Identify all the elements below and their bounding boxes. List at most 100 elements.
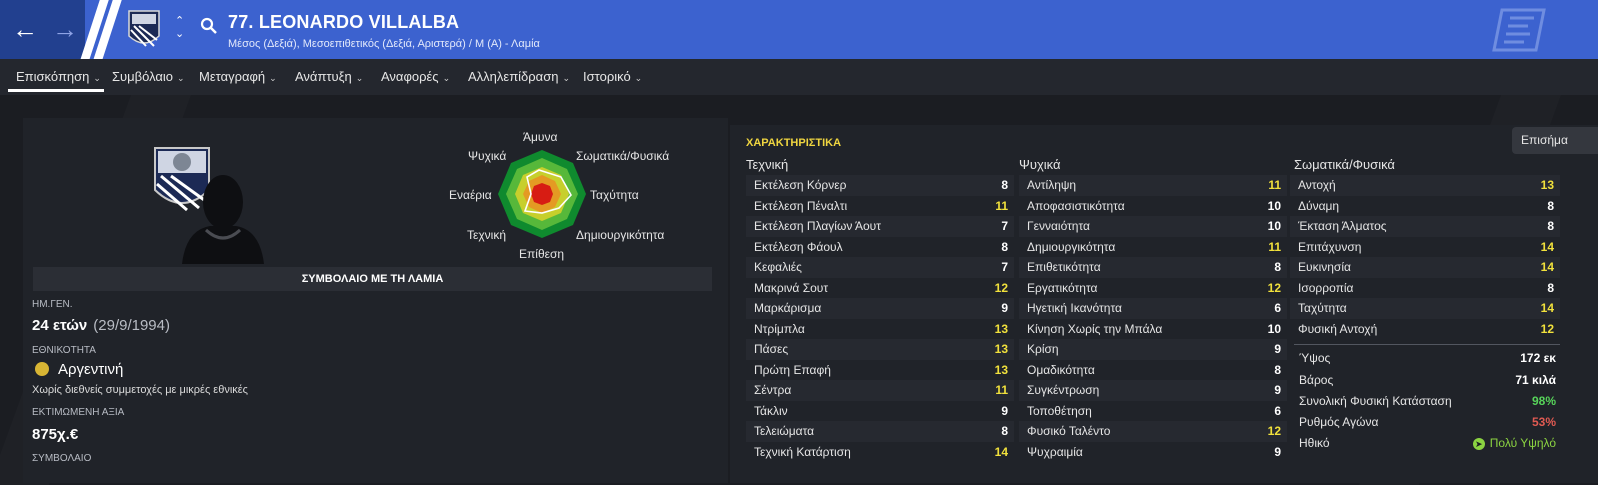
technical-attributes: Εκτέλεση Κόρνερ 8 Εκτέλεση Πέναλτι 11 Εκτέλε… bbox=[746, 175, 1014, 462]
attribute-radar-chart bbox=[498, 150, 586, 238]
attribute-row[interactable]: Γενναιότητα 10 bbox=[1019, 216, 1287, 237]
dob-label: ΗΜ.ΓΕΝ. bbox=[32, 299, 73, 310]
attribute-row[interactable]: Δημιουργικότητα 11 bbox=[1019, 236, 1287, 257]
attribute-value: 13 bbox=[994, 362, 1008, 377]
search-icon[interactable] bbox=[200, 17, 218, 35]
attribute-row[interactable]: Εκτέλεση Κόρνερ 8 bbox=[746, 175, 1014, 196]
attribute-name: Εκτέλεση Πλαγίων Άουτ bbox=[754, 219, 881, 233]
physical-heading: Σωματικά/Φυσικά bbox=[1294, 157, 1395, 172]
attribute-row[interactable]: Επιτάχυνση 14 bbox=[1290, 236, 1560, 257]
attribute-row[interactable]: Συγκέντρωση 9 bbox=[1019, 380, 1287, 401]
attribute-row[interactable]: Πρώτη Επαφή 13 bbox=[746, 359, 1014, 380]
attribute-row[interactable]: Ψυχραιμία 9 bbox=[1019, 441, 1287, 462]
attribute-row[interactable]: Έκταση Άλματος 8 bbox=[1290, 216, 1560, 237]
attribute-row[interactable]: Τοποθέτηση 6 bbox=[1019, 400, 1287, 421]
attribute-value: 8 bbox=[1274, 362, 1281, 377]
attribute-value: 9 bbox=[1274, 444, 1281, 459]
attribute-row[interactable]: Ηγετική Ικανότητα 6 bbox=[1019, 298, 1287, 319]
club-badge-icon bbox=[128, 10, 160, 47]
attribute-name: Φυσική Αντοχή bbox=[1298, 321, 1378, 336]
attribute-value: 12 bbox=[994, 280, 1008, 295]
attribute-value: 8 bbox=[1547, 280, 1554, 295]
contract-label: ΣΥΜΒΟΛΑΙΟ bbox=[32, 453, 92, 464]
player-switch-arrows[interactable]: ⌃ ⌄ bbox=[175, 15, 184, 41]
nationality-value[interactable]: Αργεντινή bbox=[58, 361, 123, 378]
technical-heading: Τεχνική bbox=[746, 157, 789, 172]
attribute-row[interactable]: Ντρίμπλα 13 bbox=[746, 318, 1014, 339]
attribute-name: Συγκέντρωση bbox=[1027, 383, 1100, 397]
attribute-row[interactable]: Ισορροπία 8 bbox=[1290, 277, 1560, 298]
attribute-value: 8 bbox=[1547, 219, 1554, 233]
attribute-row[interactable]: Φυσική Αντοχή 12 bbox=[1290, 318, 1560, 339]
attribute-row[interactable]: Εκτέλεση Πλαγίων Άουτ 7 bbox=[746, 216, 1014, 237]
tab-contract[interactable]: Συμβόλαιο ⌄ bbox=[112, 69, 185, 84]
attribute-name: Φυσικό Ταλέντο bbox=[1027, 424, 1111, 438]
attribute-row[interactable]: Εκτέλεση Φάουλ 8 bbox=[746, 236, 1014, 257]
attribute-name: Μακρινά Σουτ bbox=[754, 280, 829, 295]
attribute-row[interactable]: Αντίληψη 11 bbox=[1019, 175, 1287, 196]
attribute-row[interactable]: Εργατικότητα 12 bbox=[1019, 277, 1287, 298]
attribute-value: 9 bbox=[1001, 301, 1008, 315]
attribute-value: 12 bbox=[1540, 321, 1554, 336]
age-value: 24 ετών (29/9/1994) bbox=[32, 317, 170, 334]
attribute-row[interactable]: Φυσικό Ταλέντο 12 bbox=[1019, 421, 1287, 442]
attribute-row[interactable]: Κρίση 9 bbox=[1019, 339, 1287, 360]
attribute-row[interactable]: Ταχύτητα 14 bbox=[1290, 298, 1560, 319]
attribute-name: Εκτέλεση Φάουλ bbox=[754, 239, 843, 254]
attribute-value: 12 bbox=[1267, 424, 1281, 438]
attribute-name: Ευκινησία bbox=[1298, 260, 1351, 274]
tab-development[interactable]: Ανάπτυξη ⌄ bbox=[295, 69, 363, 84]
attribute-value: 14 bbox=[1540, 260, 1554, 274]
attribute-row[interactable]: Ευκινησία 14 bbox=[1290, 257, 1560, 278]
attribute-row[interactable]: Αντοχή 13 bbox=[1290, 175, 1560, 196]
attribute-row[interactable]: Σέντρα 11 bbox=[746, 380, 1014, 401]
attribute-name: Έκταση Άλματος bbox=[1298, 219, 1387, 233]
attribute-row[interactable]: Εκτέλεση Πέναλτι 11 bbox=[746, 195, 1014, 216]
attribute-row[interactable]: Δύναμη 8 bbox=[1290, 195, 1560, 216]
attribute-value: 6 bbox=[1274, 301, 1281, 315]
attribute-name: Πρώτη Επαφή bbox=[754, 362, 831, 377]
attribute-name: Τελειώματα bbox=[754, 424, 815, 438]
attribute-value: 7 bbox=[1001, 219, 1008, 233]
attribute-name: Αντοχή bbox=[1298, 178, 1336, 192]
attribute-row[interactable]: Κίνηση Χωρίς την Μπάλα 10 bbox=[1019, 318, 1287, 339]
forward-arrow-icon[interactable]: → bbox=[52, 14, 78, 44]
attribute-name: Αποφασιστικότητα bbox=[1027, 198, 1125, 213]
back-arrow-icon[interactable]: ← bbox=[12, 14, 38, 44]
attribute-row[interactable]: Ομαδικότητα 8 bbox=[1019, 359, 1287, 380]
tab-reports[interactable]: Αναφορές ⌄ bbox=[381, 69, 450, 84]
attribute-row[interactable]: Τάκλιν 9 bbox=[746, 400, 1014, 421]
tab-interaction[interactable]: Αλληλεπίδραση ⌄ bbox=[468, 69, 570, 84]
attribute-row[interactable]: Πάσες 13 bbox=[746, 339, 1014, 360]
contract-banner[interactable]: ΣΥΜΒΟΛΑΙΟ ΜΕ ΤΗ ΛΑΜΙΑ bbox=[33, 267, 712, 291]
attribute-value: 11 bbox=[1268, 239, 1281, 254]
attribute-value: 13 bbox=[994, 342, 1008, 356]
tab-overview[interactable]: Επισκόπηση ⌄ bbox=[16, 69, 101, 84]
attribute-value: 14 bbox=[1540, 301, 1554, 315]
attribute-row[interactable]: Τελειώματα 8 bbox=[746, 421, 1014, 442]
dob-value: (29/9/1994) bbox=[93, 317, 170, 334]
active-tab-indicator bbox=[8, 89, 104, 92]
tab-history[interactable]: Ιστορικό ⌄ bbox=[583, 69, 642, 84]
attribute-value: 9 bbox=[1274, 342, 1281, 356]
attribute-row[interactable]: Επιθετικότητα 8 bbox=[1019, 257, 1287, 278]
attribute-row[interactable]: Τεχνική Κατάρτιση 14 bbox=[746, 441, 1014, 462]
chevron-down-icon: ⌄ bbox=[177, 73, 185, 83]
value-label: ΕΚΤΙΜΩΜΕΝΗ ΑΞΙΑ bbox=[32, 407, 125, 418]
radar-label-creativity: Δημιουργικότητα bbox=[576, 228, 665, 242]
attribute-row[interactable]: Μαρκάρισμα 9 bbox=[746, 298, 1014, 319]
attribute-value: 8 bbox=[1001, 178, 1008, 192]
highlight-button[interactable]: Επισήμα bbox=[1512, 127, 1598, 154]
tab-transfer[interactable]: Μεταγραφή ⌄ bbox=[199, 69, 277, 84]
morale-arrow-icon: ➤ bbox=[1472, 438, 1485, 450]
attribute-name: Εκτέλεση Πέναλτι bbox=[754, 198, 848, 213]
attribute-row[interactable]: Μακρινά Σουτ 12 bbox=[746, 277, 1014, 298]
attribute-name: Κρίση bbox=[1027, 342, 1059, 356]
attribute-name: Σέντρα bbox=[754, 383, 792, 397]
attribute-value: 11 bbox=[995, 198, 1008, 213]
attribute-row[interactable]: Κεφαλιές 7 bbox=[746, 257, 1014, 278]
attribute-row[interactable]: Αποφασιστικότητα 10 bbox=[1019, 195, 1287, 216]
attribute-name: Μαρκάρισμα bbox=[754, 301, 822, 315]
profile-panel bbox=[23, 118, 728, 483]
attributes-title: ΧΑΡΑΚΤΗΡΙΣΤΙΚΑ bbox=[746, 137, 842, 149]
